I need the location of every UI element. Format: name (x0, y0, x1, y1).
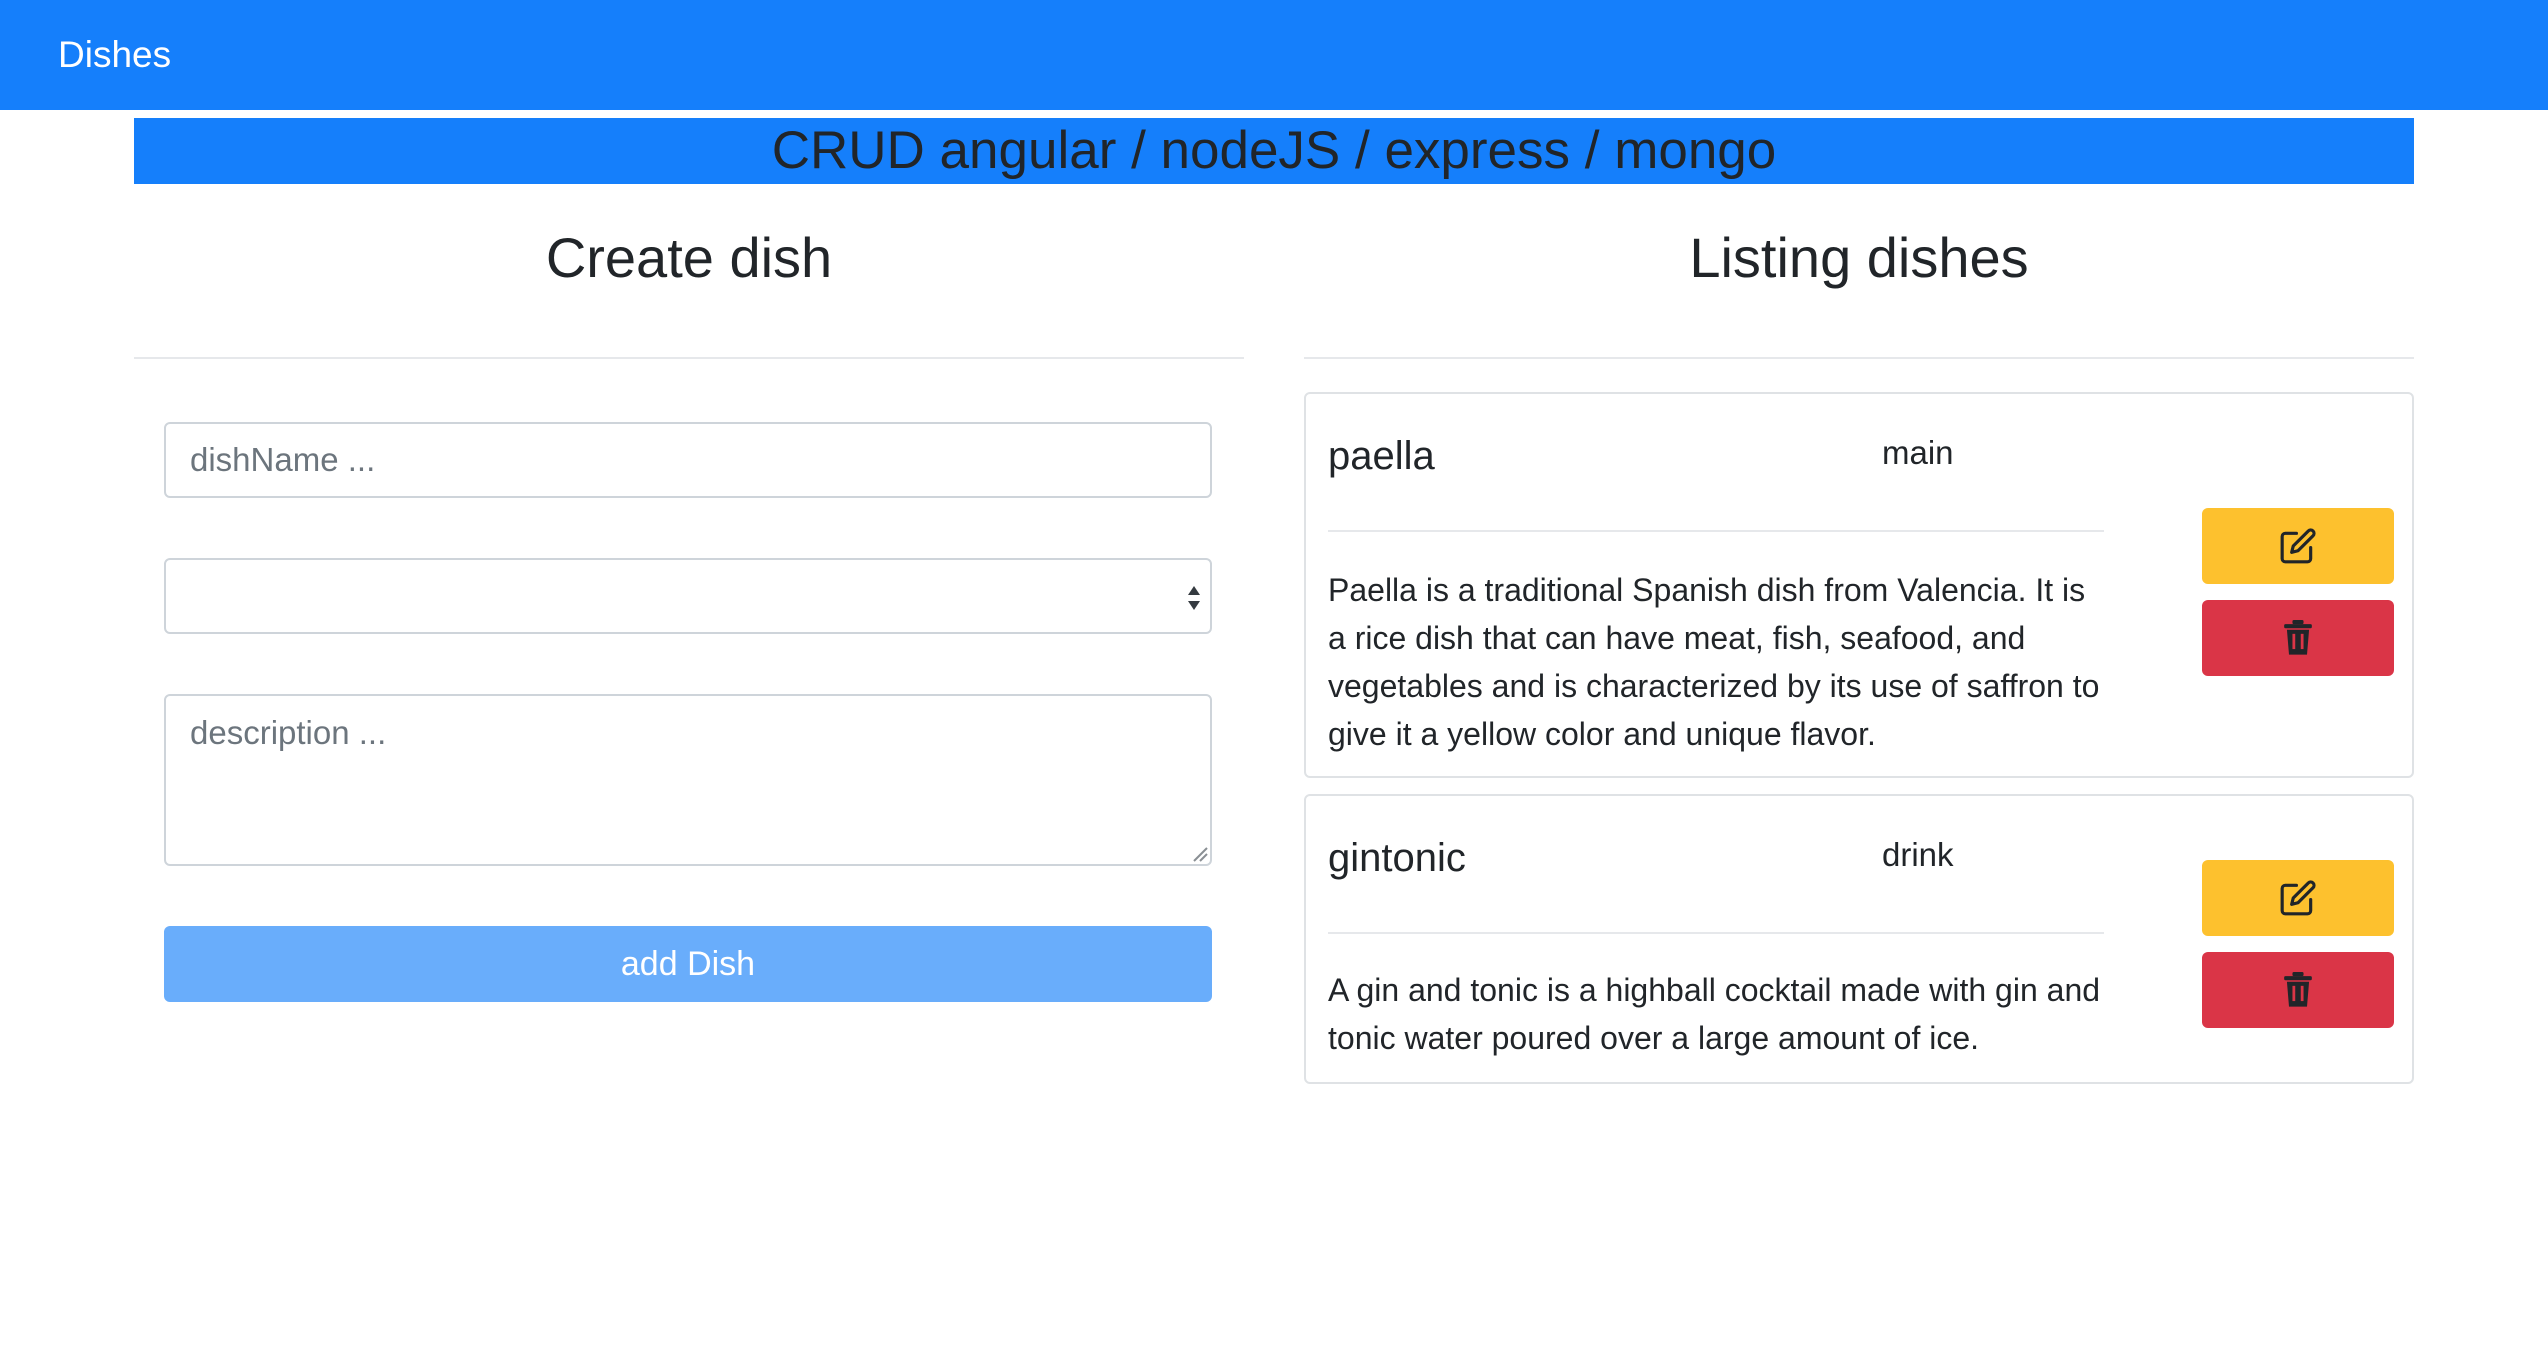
edit-dish-button[interactable] (2202, 860, 2394, 936)
dish-category: drink (1882, 836, 1954, 873)
dish-description: Paella is a traditional Spanish dish fro… (1328, 572, 2100, 752)
resize-grip-icon[interactable] (1190, 844, 1208, 862)
trash-icon (2284, 620, 2312, 655)
dish-divider (1328, 530, 2104, 532)
navbar: Dishes (0, 0, 2548, 110)
edit-icon (2280, 880, 2316, 916)
dish-category: main (1882, 434, 1954, 471)
listing-divider (1304, 357, 2414, 359)
navbar-brand[interactable]: Dishes (58, 0, 171, 110)
create-divider (134, 357, 1244, 359)
edit-icon (2280, 528, 2316, 564)
category-select[interactable] (164, 558, 1212, 634)
select-arrows-icon (1188, 586, 1200, 610)
description-textarea[interactable]: description ... (164, 694, 1212, 866)
dish-card: paella main Paella is a traditional Span… (1304, 392, 2414, 778)
dish-divider (1328, 932, 2104, 934)
dish-name: paella (1328, 434, 1435, 478)
listing-dishes-title: Listing dishes (1689, 226, 2029, 289)
dish-name-placeholder: dishName ... (190, 441, 376, 478)
edit-dish-button[interactable] (2202, 508, 2394, 584)
dish-description: A gin and tonic is a highball cocktail m… (1328, 972, 2101, 1056)
delete-dish-button[interactable] (2202, 952, 2394, 1028)
dish-card: gintonic drink A gin and tonic is a high… (1304, 794, 2414, 1084)
add-dish-button[interactable]: add Dish (164, 926, 1212, 1002)
create-dish-title: Create dish (545, 226, 833, 289)
dish-name: gintonic (1328, 836, 1466, 880)
trash-icon (2284, 972, 2312, 1007)
dish-name-input[interactable]: dishName ... (164, 422, 1212, 498)
description-placeholder: description ... (190, 714, 387, 751)
delete-dish-button[interactable] (2202, 600, 2394, 676)
page-banner: CRUD angular / nodeJS / express / mongo (134, 118, 2414, 184)
